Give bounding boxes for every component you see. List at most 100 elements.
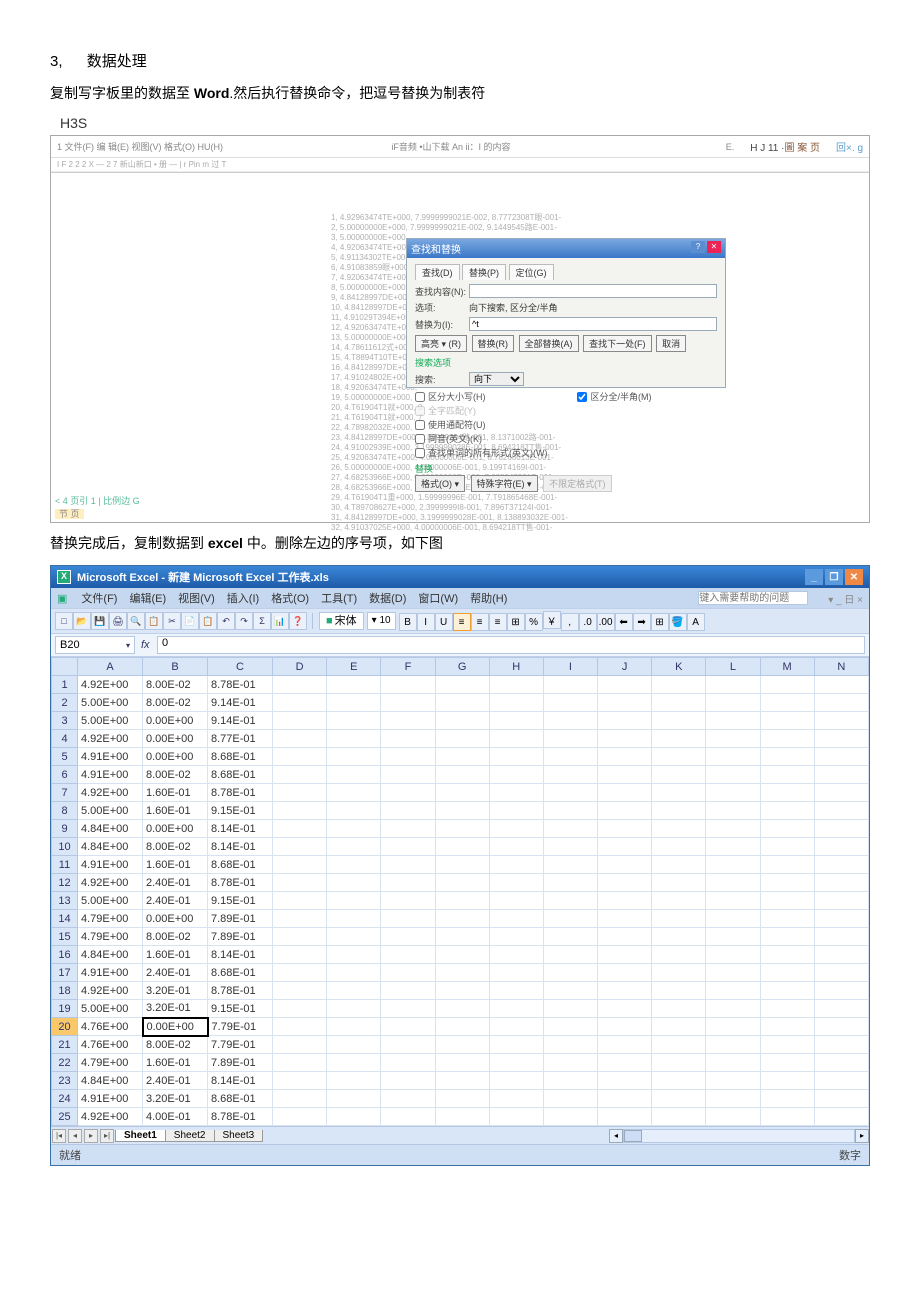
cell[interactable]: [489, 676, 543, 694]
cell[interactable]: [652, 1054, 706, 1072]
tab-sheet2[interactable]: Sheet2: [165, 1130, 215, 1142]
find-next-button[interactable]: 查找下一处(F): [583, 335, 652, 352]
cell[interactable]: [327, 820, 381, 838]
cell[interactable]: 9.15E-01: [208, 1000, 273, 1018]
cell[interactable]: [435, 1018, 489, 1036]
cell[interactable]: [543, 712, 597, 730]
cell[interactable]: 8.77E-01: [208, 730, 273, 748]
toolbar-icon[interactable]: □: [55, 612, 73, 630]
cell[interactable]: [327, 1000, 381, 1018]
cell[interactable]: 4.92E+00: [78, 1108, 143, 1126]
cell[interactable]: 2.40E-01: [143, 964, 208, 982]
cell[interactable]: 8.00E-02: [143, 766, 208, 784]
col-header[interactable]: K: [652, 658, 706, 676]
cell[interactable]: [706, 928, 760, 946]
col-header[interactable]: F: [381, 658, 435, 676]
cell[interactable]: [435, 766, 489, 784]
cell[interactable]: 2.40E-01: [143, 874, 208, 892]
cell[interactable]: 1.60E-01: [143, 856, 208, 874]
cell[interactable]: [598, 694, 652, 712]
col-header[interactable]: B: [143, 658, 208, 676]
cell[interactable]: 8.68E-01: [208, 964, 273, 982]
format-icon[interactable]: ￥: [543, 611, 561, 629]
cell[interactable]: [706, 820, 760, 838]
cell[interactable]: [327, 1108, 381, 1126]
format-icon[interactable]: ≡: [453, 613, 471, 631]
cell[interactable]: [435, 820, 489, 838]
row-header[interactable]: 11: [52, 856, 78, 874]
cell[interactable]: [435, 964, 489, 982]
tab-nav-first[interactable]: |◂: [52, 1129, 66, 1143]
cell[interactable]: [273, 1072, 327, 1090]
menu-item[interactable]: 窗口(W): [418, 593, 458, 605]
cell[interactable]: [814, 820, 868, 838]
cell[interactable]: [435, 1036, 489, 1054]
menu-item[interactable]: 工具(T): [321, 593, 357, 605]
cell[interactable]: [489, 820, 543, 838]
cell[interactable]: [706, 1000, 760, 1018]
format-icon[interactable]: ➡: [633, 613, 651, 631]
cell[interactable]: [706, 910, 760, 928]
cell[interactable]: [273, 856, 327, 874]
cell[interactable]: [489, 874, 543, 892]
cell[interactable]: [327, 1036, 381, 1054]
menu-item[interactable]: 插入(I): [227, 593, 259, 605]
toolbar-icon[interactable]: 📂: [73, 612, 91, 630]
cell[interactable]: [381, 1054, 435, 1072]
cell[interactable]: [489, 982, 543, 1000]
cell[interactable]: [652, 1000, 706, 1018]
cell[interactable]: [435, 838, 489, 856]
cell[interactable]: 1.60E-01: [143, 802, 208, 820]
cell[interactable]: [273, 964, 327, 982]
cell[interactable]: [598, 1000, 652, 1018]
chk-width[interactable]: [577, 392, 587, 402]
cell[interactable]: [598, 964, 652, 982]
format-icon[interactable]: B: [399, 613, 417, 631]
cell[interactable]: [598, 1108, 652, 1126]
cell[interactable]: 0.00E+00: [143, 1018, 208, 1036]
maximize-button[interactable]: ❐: [825, 569, 843, 585]
cell[interactable]: [381, 856, 435, 874]
tab-goto[interactable]: 定位(G): [509, 264, 554, 280]
cell[interactable]: [435, 694, 489, 712]
cell[interactable]: [327, 712, 381, 730]
cell[interactable]: [598, 892, 652, 910]
cell[interactable]: [381, 784, 435, 802]
cell[interactable]: 3.20E-01: [143, 982, 208, 1000]
cell[interactable]: [435, 1072, 489, 1090]
cell[interactable]: [327, 1054, 381, 1072]
cell[interactable]: [273, 1036, 327, 1054]
cell[interactable]: [814, 838, 868, 856]
cell[interactable]: [273, 802, 327, 820]
cell[interactable]: [435, 1108, 489, 1126]
cell[interactable]: [489, 1018, 543, 1036]
cell[interactable]: [814, 784, 868, 802]
cell[interactable]: [814, 712, 868, 730]
cell[interactable]: [273, 1108, 327, 1126]
cell[interactable]: 8.00E-02: [143, 928, 208, 946]
cell[interactable]: [652, 910, 706, 928]
cell[interactable]: 5.00E+00: [78, 694, 143, 712]
font-size-select[interactable]: ▾ 10: [367, 612, 396, 630]
hscroll-bar[interactable]: [623, 1129, 855, 1143]
row-header[interactable]: 18: [52, 982, 78, 1000]
cell[interactable]: [652, 712, 706, 730]
cell[interactable]: 8.14E-01: [208, 820, 273, 838]
cell[interactable]: [381, 946, 435, 964]
cell[interactable]: 8.14E-01: [208, 838, 273, 856]
cell[interactable]: [273, 748, 327, 766]
cell[interactable]: [543, 820, 597, 838]
cell[interactable]: [652, 802, 706, 820]
cell[interactable]: [543, 982, 597, 1000]
cell[interactable]: [760, 676, 814, 694]
row-header[interactable]: 13: [52, 892, 78, 910]
cell[interactable]: [760, 874, 814, 892]
cell[interactable]: [652, 892, 706, 910]
cell[interactable]: [489, 694, 543, 712]
cell[interactable]: [598, 1018, 652, 1036]
cell[interactable]: [598, 856, 652, 874]
cell[interactable]: [706, 838, 760, 856]
cell[interactable]: [814, 946, 868, 964]
cell[interactable]: [435, 982, 489, 1000]
cell[interactable]: [706, 964, 760, 982]
